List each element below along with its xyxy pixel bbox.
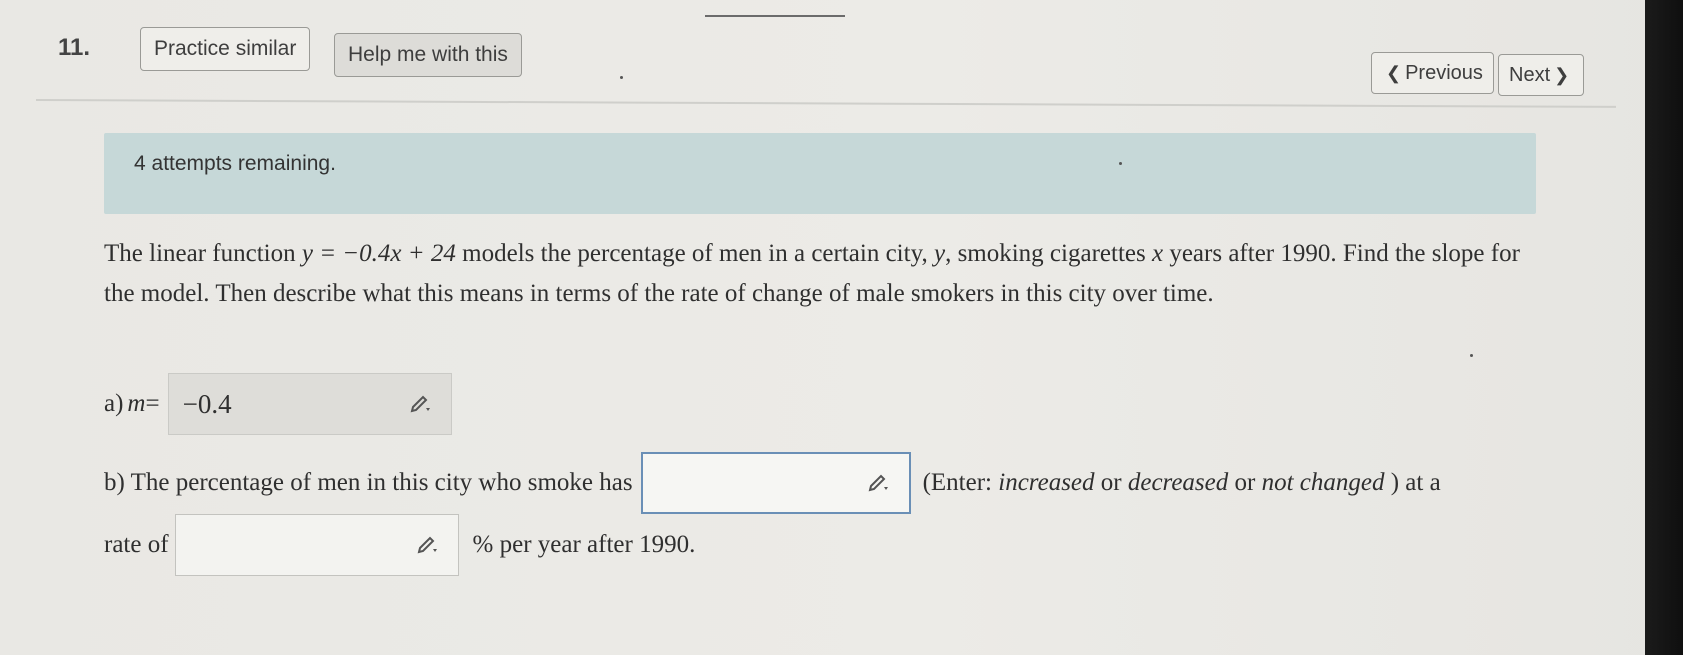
equation: y = −0.4x + 24 <box>301 240 456 267</box>
screen-bezel <box>1645 0 1683 655</box>
previous-button[interactable]: ❮ Previous <box>1371 52 1494 94</box>
enter-hint: (Enter: increased or decreased or not ch… <box>922 469 1441 496</box>
slope-input[interactable]: −0.4 <box>167 373 452 435</box>
speck <box>1470 354 1473 357</box>
change-direction-input[interactable] <box>640 452 911 514</box>
pencil-dropdown-icon[interactable] <box>409 393 435 415</box>
header-divider <box>35 99 1616 108</box>
next-label: Next <box>1509 63 1551 86</box>
previous-label: Previous <box>1405 61 1483 84</box>
rate-input[interactable] <box>174 514 459 576</box>
part-b-row: b) The percentage of men in this city wh… <box>104 452 1441 514</box>
help-me-button[interactable]: Help me with this <box>334 33 522 77</box>
practice-similar-button[interactable]: Practice similar <box>140 27 311 71</box>
question-number: 11. <box>58 34 91 61</box>
part-b-rate-row: rate of % per year after 1990. <box>104 514 695 576</box>
next-button[interactable]: Next ❯ <box>1498 54 1585 96</box>
speck <box>1119 162 1122 165</box>
attempts-banner: 4 attempts remaining. <box>104 133 1536 214</box>
pencil-dropdown-icon[interactable] <box>416 534 442 556</box>
question-text: The linear function y = −0.4x + 24 model… <box>104 240 1520 307</box>
part-a-row: a) m = −0.4 <box>104 373 452 435</box>
slope-value: −0.4 <box>182 388 232 419</box>
attempts-text: 4 attempts remaining. <box>134 152 336 175</box>
top-rule <box>705 15 845 17</box>
speck <box>620 76 623 79</box>
pencil-dropdown-icon[interactable] <box>867 472 893 494</box>
chevron-left-icon: ❮ <box>1386 62 1402 83</box>
chevron-right-icon: ❯ <box>1554 64 1570 85</box>
